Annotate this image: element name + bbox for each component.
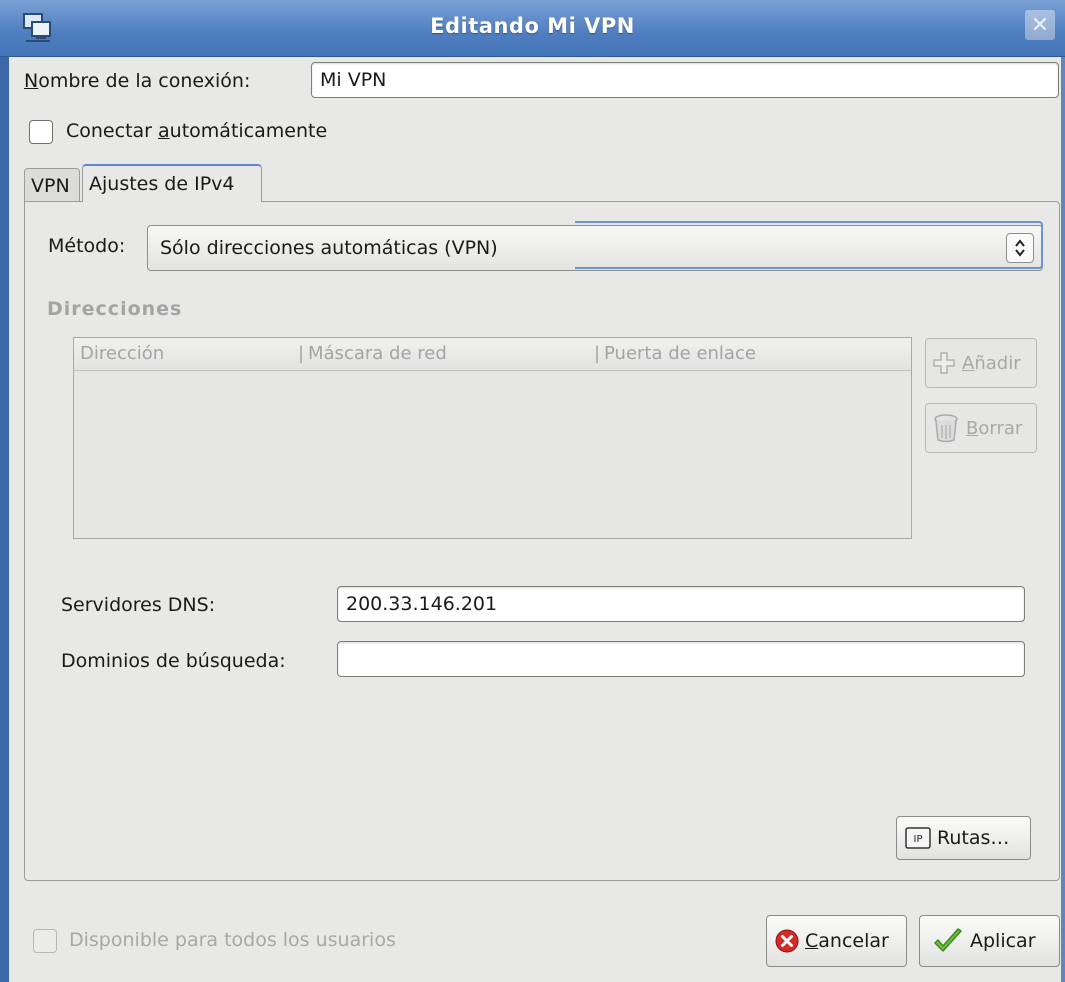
connection-name-label: Nombre de la conexión:: [24, 70, 250, 92]
method-select[interactable]: Sólo direcciones automáticas (VPN): [147, 225, 1043, 271]
apply-button[interactable]: Aplicar: [919, 915, 1060, 967]
column-gateway[interactable]: Puerta de enlace: [604, 343, 756, 364]
column-separator: |: [298, 343, 305, 364]
search-domains-label: Dominios de búsqueda:: [61, 650, 286, 672]
cancel-button-label: ancelar: [818, 930, 889, 952]
window-frame-left: [0, 0, 9, 982]
mnemonic-a: a: [158, 120, 170, 142]
add-icon: [932, 351, 956, 375]
mnemonic-delete: B: [966, 417, 979, 439]
addresses-table[interactable]: Dirección | Máscara de red | Puerta de e…: [73, 337, 912, 539]
delete-button[interactable]: Borrar: [925, 403, 1037, 453]
method-value: Sólo direcciones automáticas (VPN): [160, 237, 498, 259]
add-button[interactable]: Añadir: [925, 338, 1037, 388]
autoconnect-label-pre: Conectar: [66, 120, 159, 142]
dns-servers-value: 200.33.146.201: [346, 593, 498, 615]
column-separator: |: [594, 343, 601, 364]
column-netmask[interactable]: Máscara de red: [308, 343, 447, 364]
dns-servers-input[interactable]: 200.33.146.201: [337, 586, 1025, 622]
cancel-button[interactable]: Cancelar: [766, 915, 907, 967]
mnemonic-add: A: [962, 352, 975, 374]
routes-button[interactable]: IP Rutas…: [896, 816, 1031, 860]
svg-text:IP: IP: [914, 834, 923, 845]
tab-vpn-label: VPN: [31, 174, 70, 197]
autoconnect-label[interactable]: Conectar automáticamente: [66, 120, 327, 142]
connection-name-input[interactable]: Mi VPN: [311, 62, 1059, 98]
routes-icon: IP: [905, 827, 931, 849]
trash-icon: [932, 413, 960, 443]
routes-button-label: Rutas…: [937, 827, 1010, 849]
autoconnect-checkbox[interactable]: [29, 120, 53, 144]
autoconnect-label-post: utomáticamente: [169, 120, 328, 142]
close-icon[interactable]: ✕: [1025, 10, 1055, 40]
column-address[interactable]: Dirección: [80, 343, 164, 364]
method-label: Método:: [48, 235, 126, 257]
checkmark-icon: [932, 927, 964, 955]
all-users-label: Disponible para todos los usuarios: [69, 929, 396, 951]
tab-ipv4-settings[interactable]: Ajustes de IPv4: [82, 164, 262, 202]
delete-button-label: orrar: [978, 417, 1023, 439]
add-button-label: ñadir: [974, 352, 1021, 374]
connection-name-value: Mi VPN: [320, 69, 387, 91]
cancel-icon: [775, 929, 799, 953]
search-domains-input[interactable]: [337, 641, 1025, 677]
all-users-checkbox[interactable]: [33, 929, 57, 953]
title-bar[interactable]: Editando Mi VPN ✕: [0, 0, 1065, 57]
window-frame-right: [1061, 0, 1065, 982]
tab-vpn[interactable]: VPN: [24, 168, 80, 202]
connection-name-label-text: ombre de la conexión:: [38, 70, 251, 92]
addresses-table-header: Dirección | Máscara de red | Puerta de e…: [74, 338, 911, 371]
window-title: Editando Mi VPN: [430, 14, 635, 38]
updown-arrows-icon: [1006, 233, 1034, 263]
addresses-heading: Direcciones: [47, 298, 183, 320]
mnemonic-cancel: C: [805, 930, 819, 952]
mnemonic-n: N: [24, 70, 39, 92]
apply-button-label: Aplicar: [970, 930, 1036, 952]
tab-ipv4-label: Ajustes de IPv4: [89, 173, 235, 195]
dns-servers-label: Servidores DNS:: [61, 594, 216, 616]
